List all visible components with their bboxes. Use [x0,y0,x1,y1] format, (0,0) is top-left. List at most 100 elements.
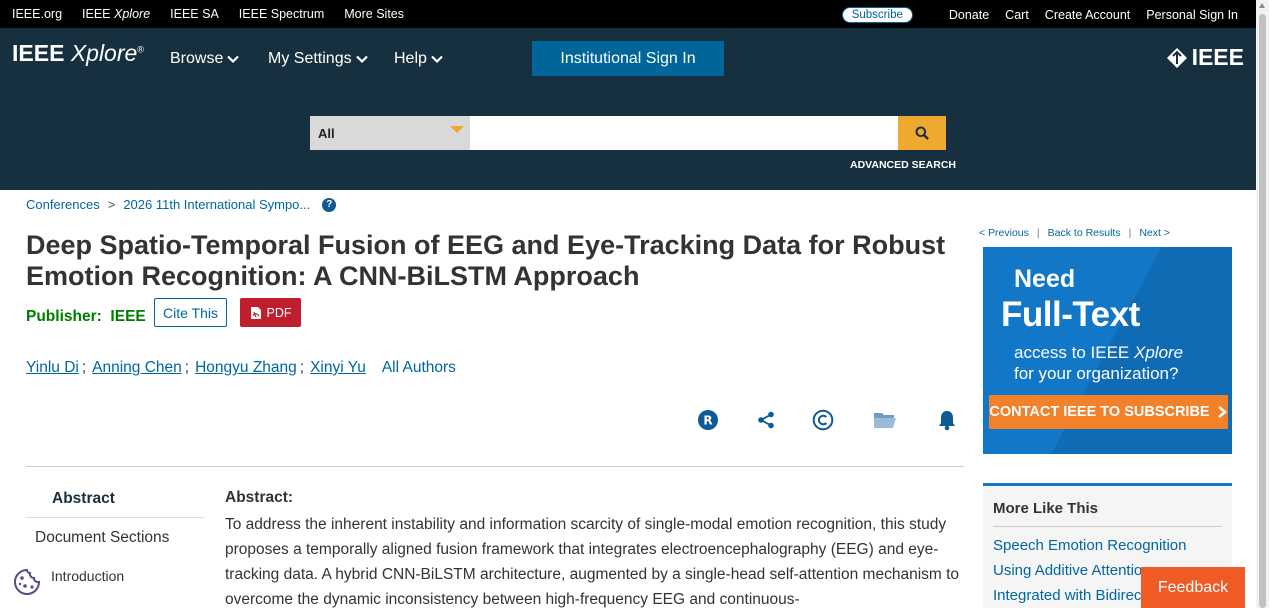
breadcrumb-conferences[interactable]: Conferences [26,197,100,212]
logo-xplore-text: Xplore [70,40,138,66]
ad-full-text-heading: Full-Text [1001,295,1140,334]
cookie-settings-icon[interactable] [10,565,43,598]
more-like-this-divider [993,526,1222,527]
publisher-info: Publisher: IEEE [26,308,146,326]
content-divider [26,466,964,467]
scroll-up-arrow-icon[interactable] [1259,3,1265,8]
all-authors-link[interactable]: All Authors [382,359,456,377]
article-title: Deep Spatio-Temporal Fusion of EEG and E… [26,230,946,291]
more-sites-link[interactable]: More Sites [344,7,404,21]
copyright-icon[interactable] [811,408,835,432]
publisher-name: IEEE [110,308,146,325]
abstract-text: To address the inherent instability and … [225,516,960,608]
ad-access-line1: access to IEEE [1014,343,1134,362]
scrollbar-thumb[interactable] [1259,14,1266,608]
doc-nav-introduction[interactable]: Introduction [51,568,124,584]
related-article-link[interactable]: Speech Emotion Recognition [993,537,1186,554]
nav-help-label: Help [394,50,427,67]
publisher-label: Publisher: [26,308,102,325]
ieee-brand-logo[interactable]: IEEE [1166,44,1244,71]
ieee-sa-link[interactable]: IEEE SA [170,7,219,21]
logo-registered-mark: ® [137,44,144,55]
ieee-diamond-icon [1166,47,1187,68]
ieee-xplore-link-prefix: IEEE [82,7,111,21]
institutional-sign-in-button[interactable]: Institutional Sign In [532,41,724,76]
top-links-left: IEEE.org IEEE Xplore IEEE SA IEEE Spectr… [12,7,404,21]
ad-access-line2: for your organization? [1014,364,1179,383]
search-scope-value: All [318,125,335,141]
author-separator: ; [184,359,190,376]
contact-ieee-subscribe-button[interactable]: CONTACT IEEE TO SUBSCRIBE [989,395,1228,429]
breadcrumb-conference-name[interactable]: 2026 11th International Sympo... [123,197,310,212]
related-article-link[interactable]: Integrated with Bidirec [993,587,1141,604]
pdf-button[interactable]: PDF [240,298,301,327]
chevron-right-icon [1217,406,1227,418]
cta-label: CONTACT IEEE TO SUBSCRIBE [989,404,1210,420]
search-icon [915,126,929,140]
ieee-xplore-link-suffix: Xplore [114,7,151,21]
pager-separator: | [1036,227,1040,239]
subscribe-button[interactable]: Subscribe [841,7,913,23]
bell-icon[interactable] [935,408,959,432]
search-input[interactable] [470,116,898,150]
result-pager: < Previous | Back to Results | Next > [979,227,1170,239]
breadcrumb: Conferences > 2026 11th International Sy… [26,197,337,212]
full-text-ad[interactable]: Need Full-Text access to IEEE Xplore for… [983,247,1232,454]
author-separator: ; [299,359,305,376]
next-link[interactable]: Next > [1139,227,1170,239]
author-link[interactable]: Yinlu Di [26,359,79,377]
top-utility-bar: IEEE.org IEEE Xplore IEEE SA IEEE Spectr… [0,0,1256,28]
advanced-search-link[interactable]: ADVANCED SEARCH [850,159,956,171]
ieee-spectrum-link[interactable]: IEEE Spectrum [239,7,324,21]
related-article-link[interactable]: Using Additive Attention [993,562,1151,579]
abstract-heading: Abstract: [225,489,294,506]
breadcrumb-separator: > [107,197,116,212]
logo-ieee-text: IEEE [12,40,65,66]
ieee-brand-text: IEEE [1191,44,1244,70]
pdf-icon [250,306,261,319]
ieee-org-link[interactable]: IEEE.org [12,7,62,21]
nav-browse-label: Browse [170,50,224,67]
search-button[interactable] [898,116,946,150]
nav-help[interactable]: Help [394,50,443,68]
author-separator: ; [81,359,87,376]
chevron-down-icon [227,55,240,64]
ad-access-xplore: Xplore [1134,343,1184,362]
create-account-link[interactable]: Create Account [1045,8,1130,22]
top-links-right: Subscribe Donate Cart Create Account Per… [841,7,1238,23]
doc-nav-divider [26,517,204,518]
ieee-xplore-link[interactable]: IEEE Xplore [82,7,150,21]
dropdown-triangle-icon [450,126,464,133]
chevron-down-icon [431,55,443,64]
nav-browse[interactable]: Browse [170,50,240,68]
nav-my-settings[interactable]: My Settings [268,50,368,68]
search-bar: All [310,116,946,150]
back-to-results-link[interactable]: Back to Results [1048,227,1121,239]
rights-icon[interactable]: R [696,408,720,432]
page-scrollbar[interactable] [1256,0,1269,608]
pager-separator: | [1128,227,1132,239]
author-link[interactable]: Anning Chen [92,359,182,377]
author-link[interactable]: Hongyu Zhang [195,359,297,377]
chevron-down-icon [355,55,368,64]
author-list: Yinlu Di; Anning Chen; Hongyu Zhang; Xin… [26,359,456,377]
site-header: IEEE Xplore® Browse My Settings Help Ins… [0,28,1256,190]
ad-access-text: access to IEEE Xplore for your organizat… [1014,342,1183,384]
ieee-xplore-logo[interactable]: IEEE Xplore® [12,40,144,67]
nav-my-settings-label: My Settings [268,50,352,67]
doc-nav-document-sections[interactable]: Document Sections [35,529,169,547]
share-icon[interactable] [754,408,778,432]
personal-sign-in-link[interactable]: Personal Sign In [1146,8,1238,22]
doc-nav-abstract[interactable]: Abstract [52,490,115,508]
cite-this-button[interactable]: Cite This [154,298,227,327]
feedback-button[interactable]: Feedback [1141,567,1245,608]
cart-link[interactable]: Cart [1005,8,1029,22]
search-scope-select[interactable]: All [310,116,470,150]
folder-icon[interactable] [873,408,897,432]
ad-need-text: Need [1014,265,1076,293]
help-icon[interactable]: ? [322,197,337,212]
previous-link[interactable]: < Previous [979,227,1029,239]
donate-link[interactable]: Donate [949,8,989,22]
author-link[interactable]: Xinyi Yu [310,359,366,377]
svg-text:R: R [703,414,712,428]
